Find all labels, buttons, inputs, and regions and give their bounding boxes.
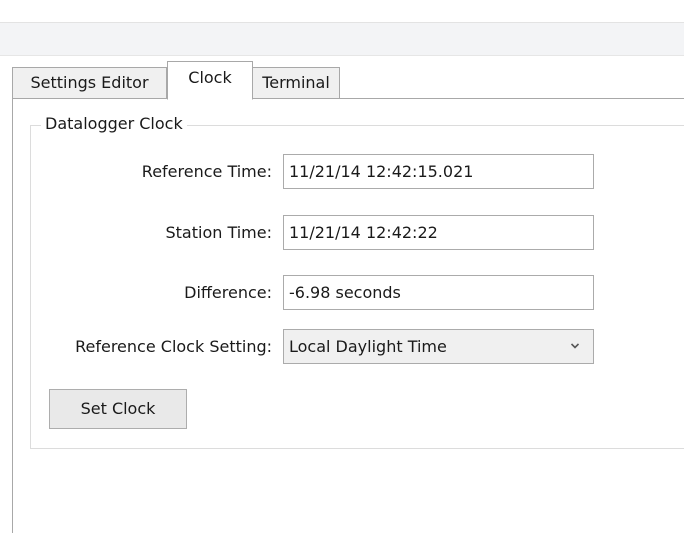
- difference-field[interactable]: -6.98 seconds: [283, 275, 594, 310]
- window-top-strip: [0, 0, 684, 23]
- clock-settings-window: Settings Editor Terminal Clock Datalogge…: [0, 0, 684, 533]
- chevron-down-icon: [571, 343, 579, 349]
- tab-terminal[interactable]: Terminal: [252, 67, 340, 99]
- station-time-label: Station Time:: [165, 223, 272, 242]
- reference-clock-setting-value: Local Daylight Time: [289, 337, 447, 356]
- difference-label: Difference:: [184, 283, 272, 302]
- tab-baseline: [12, 98, 684, 99]
- station-time-field[interactable]: 11/21/14 12:42:22: [283, 215, 594, 250]
- group-title: Datalogger Clock: [41, 113, 187, 135]
- reference-time-label: Reference Time:: [141, 162, 272, 181]
- reference-clock-setting-label: Reference Clock Setting:: [75, 337, 272, 356]
- reference-clock-setting-select[interactable]: Local Daylight Time: [283, 329, 594, 364]
- set-clock-button[interactable]: Set Clock: [49, 389, 187, 429]
- tab-settings-editor[interactable]: Settings Editor: [12, 67, 167, 99]
- tab-clock[interactable]: Clock: [167, 61, 253, 100]
- toolbar-band: [0, 23, 684, 56]
- reference-time-field[interactable]: 11/21/14 12:42:15.021: [283, 154, 594, 189]
- tab-panel-border: [12, 99, 13, 533]
